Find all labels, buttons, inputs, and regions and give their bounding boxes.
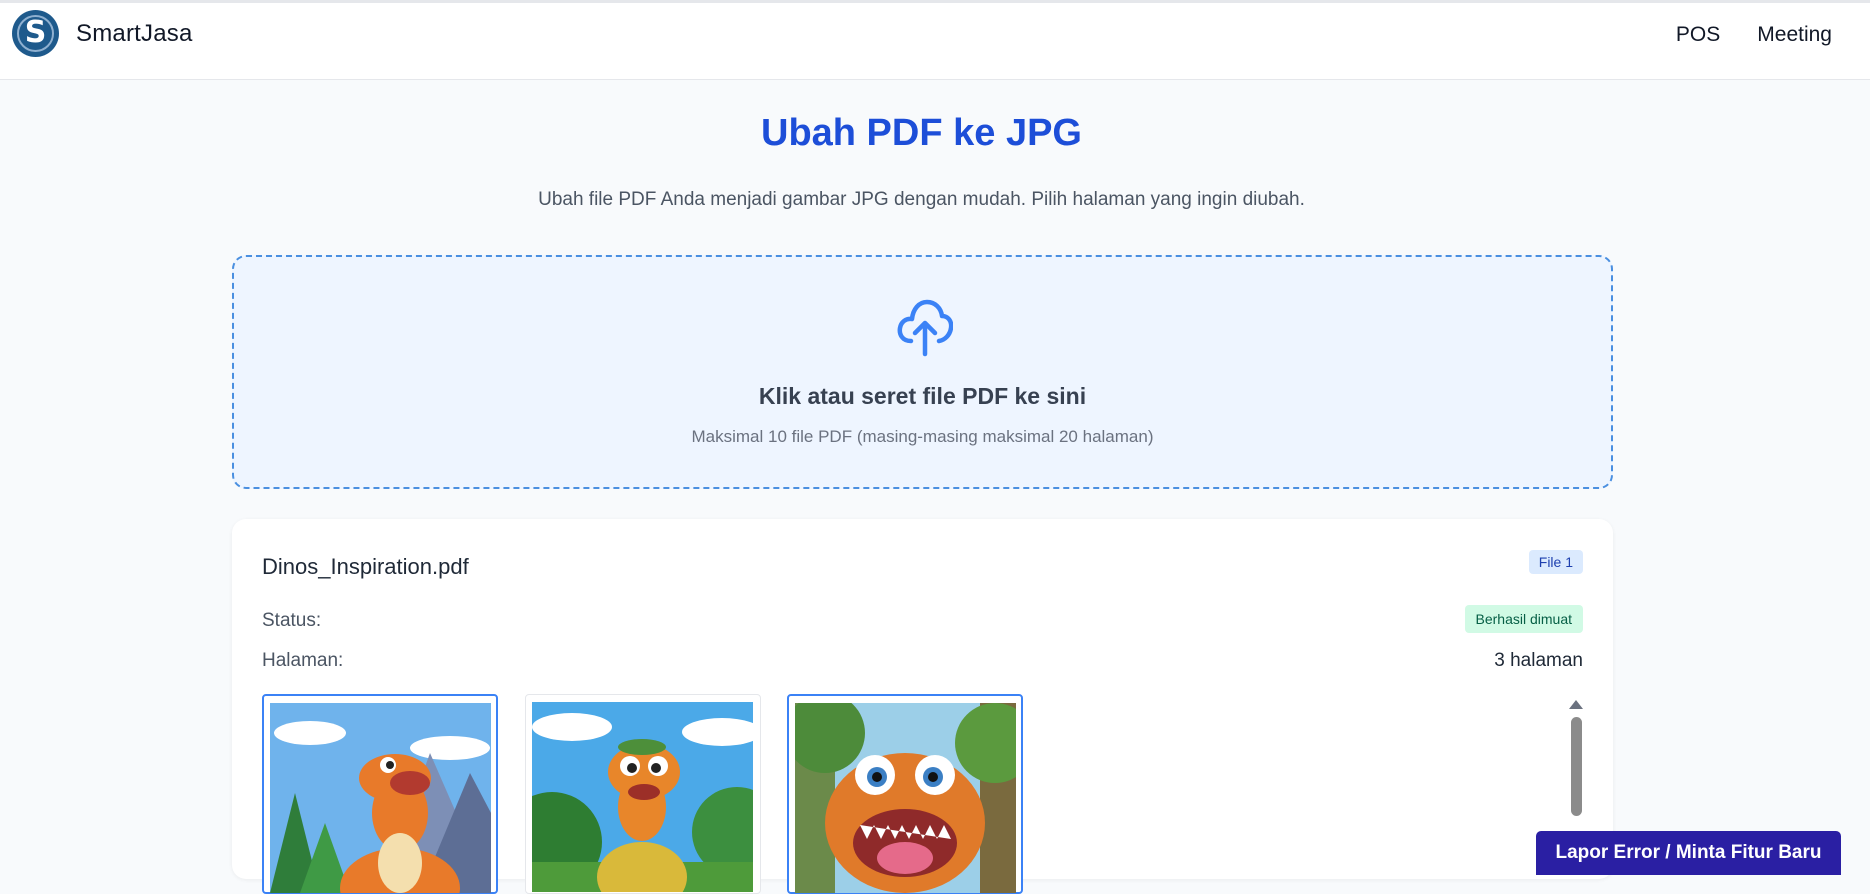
report-error-button[interactable]: Lapor Error / Minta Fitur Baru: [1536, 831, 1841, 875]
scroll-up-arrow-icon[interactable]: [1569, 700, 1583, 709]
dropzone-title: Klik atau seret file PDF ke sini: [758, 383, 1087, 409]
brand-name: SmartJasa: [76, 19, 193, 47]
dino-page-image: [270, 703, 491, 893]
nav-link-pos[interactable]: POS: [1676, 23, 1720, 47]
pages-label: Halaman:: [262, 650, 344, 671]
dino-page-image: [532, 702, 753, 892]
dino-page-image: [795, 703, 1016, 893]
file-name: Dinos_Inspiration.pdf: [262, 554, 469, 579]
page-thumbnail-3[interactable]: [787, 694, 1023, 894]
status-label: Status:: [262, 610, 322, 631]
site-header: S SmartJasa POS Meeting: [0, 3, 1870, 80]
page-title: Ubah PDF ke JPG: [761, 112, 1082, 154]
file-card: Dinos_Inspiration.pdf File 1 Status: Ber…: [232, 519, 1613, 894]
cloud-upload-icon: [897, 299, 953, 357]
file-index-badge: File 1: [1528, 550, 1583, 574]
smartjasa-logo-icon: S: [12, 10, 59, 57]
pdf-dropzone[interactable]: Klik atau seret file PDF ke sini Maksima…: [232, 255, 1613, 489]
pages-count: 3 halaman: [1494, 650, 1583, 671]
page-subtitle: Ubah file PDF Anda menjadi gambar JPG de…: [538, 189, 1305, 210]
page-thumbnail-1[interactable]: [262, 694, 498, 894]
brand[interactable]: S SmartJasa: [12, 10, 193, 57]
dropzone-hint: Maksimal 10 file PDF (masing-masing maks…: [691, 427, 1154, 446]
thumbnail-scrollbar[interactable]: [1571, 717, 1582, 816]
status-badge: Berhasil dimuat: [1464, 605, 1583, 633]
main-nav: POS Meeting: [1639, 23, 1832, 47]
nav-link-meeting[interactable]: Meeting: [1757, 23, 1832, 47]
logo-letter: S: [24, 15, 47, 50]
page-thumbnail-2[interactable]: [525, 694, 761, 894]
